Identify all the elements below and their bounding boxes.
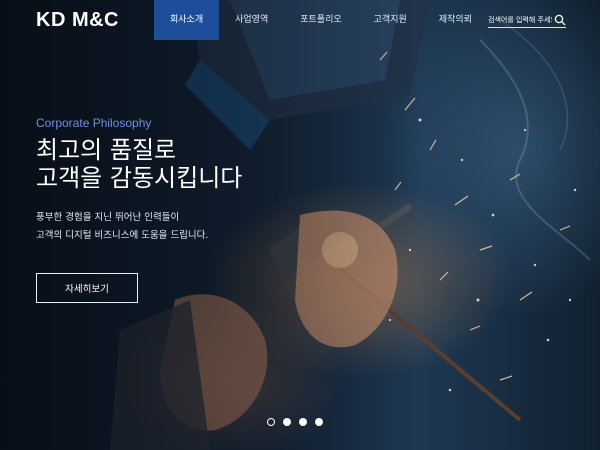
nav-item-company[interactable]: 회사소개 <box>154 0 220 40</box>
slide-dot-2[interactable] <box>283 418 291 426</box>
search-box <box>488 13 566 28</box>
nav-item-request[interactable]: 제작의뢰 <box>423 0 488 40</box>
slide-dot-1[interactable] <box>267 418 275 426</box>
hero-subtitle: Corporate Philosophy <box>36 116 152 130</box>
search-icon[interactable] <box>554 14 566 26</box>
slide-dot-3[interactable] <box>299 418 307 426</box>
main-nav: 회사소개 사업영역 포트폴리오 고객지원 제작의뢰 <box>154 0 488 40</box>
search-input[interactable] <box>488 13 552 27</box>
more-button[interactable]: 자세히보기 <box>36 273 138 303</box>
hero-headline-line1: 최고의 품질로 <box>36 136 177 164</box>
nav-item-business[interactable]: 사업영역 <box>219 0 284 40</box>
slider-pagination <box>267 418 323 426</box>
hero-description-line2: 고객의 디지털 비즈니스에 도움을 드립니다. <box>36 230 209 241</box>
hero-headline-line2: 고객을 감동시킵니다 <box>36 164 243 192</box>
hero-section: KD M&C 회사소개 사업영역 포트폴리오 고객지원 제작의뢰 Corpora… <box>0 0 600 450</box>
hero-description-line1: 풍부한 경험을 지닌 뛰어난 인력들이 <box>36 212 180 223</box>
nav-item-support[interactable]: 고객지원 <box>358 0 423 40</box>
nav-item-portfolio[interactable]: 포트폴리오 <box>284 0 357 40</box>
logo[interactable]: KD M&C <box>36 9 119 32</box>
slide-dot-4[interactable] <box>315 418 323 426</box>
hero-overlay <box>0 0 600 450</box>
site-header: KD M&C 회사소개 사업영역 포트폴리오 고객지원 제작의뢰 <box>0 0 600 40</box>
